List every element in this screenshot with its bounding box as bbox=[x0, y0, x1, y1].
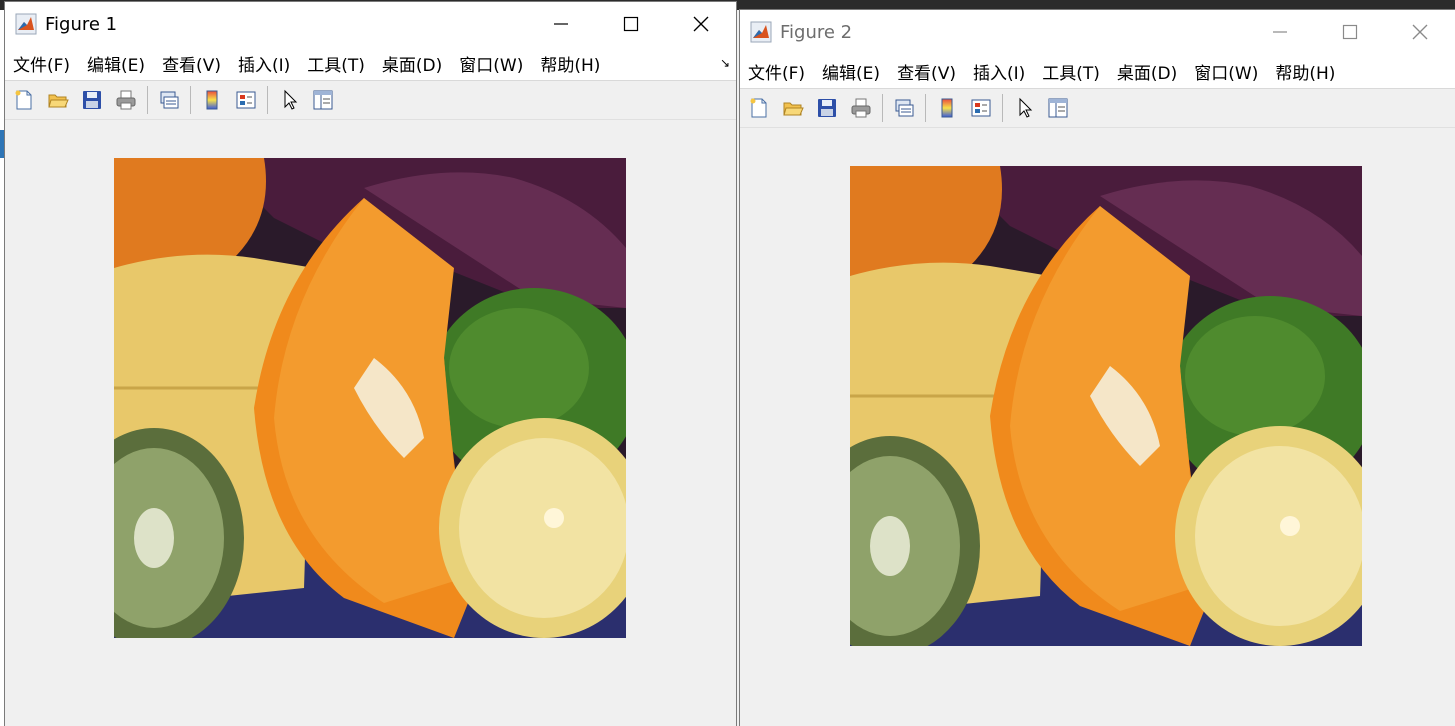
menu-view[interactable]: 查看(V) bbox=[154, 51, 229, 76]
menu-file[interactable]: 文件(F) bbox=[5, 51, 78, 76]
open-file-icon bbox=[783, 102, 804, 116]
figure-toolbar bbox=[5, 81, 736, 120]
menu-window[interactable]: 窗口(W) bbox=[1186, 59, 1266, 84]
fruit-photo bbox=[850, 166, 1362, 646]
menu-edit[interactable]: 编辑(E) bbox=[79, 51, 153, 76]
toolbar-separator bbox=[1002, 94, 1003, 122]
colorbar-icon bbox=[206, 90, 218, 110]
maximize-button[interactable] bbox=[1315, 10, 1385, 54]
fruit-image[interactable] bbox=[114, 158, 626, 638]
new-figure-button[interactable] bbox=[9, 85, 39, 115]
save-button[interactable] bbox=[812, 93, 842, 123]
close-icon bbox=[1412, 24, 1428, 40]
property-inspector-button[interactable] bbox=[308, 85, 338, 115]
new-figure-icon bbox=[15, 90, 32, 110]
menu-insert[interactable]: 插入(I) bbox=[965, 59, 1033, 84]
toolbar-separator bbox=[925, 94, 926, 122]
window-controls bbox=[1245, 10, 1455, 54]
title-bar[interactable]: Figure 2 bbox=[740, 10, 1455, 54]
pointer-icon bbox=[284, 89, 298, 110]
window-title: Figure 2 bbox=[780, 21, 853, 43]
toolbar-separator bbox=[267, 86, 268, 114]
toolbar-separator bbox=[147, 86, 148, 114]
dock-arrow-icon[interactable]: ↘ bbox=[720, 56, 730, 70]
open-file-button[interactable] bbox=[778, 93, 808, 123]
figure-canvas[interactable] bbox=[740, 128, 1455, 726]
maximize-icon bbox=[623, 16, 639, 32]
link-figure-button[interactable] bbox=[154, 85, 184, 115]
close-icon bbox=[693, 16, 709, 32]
pointer-icon bbox=[1019, 97, 1033, 118]
print-button[interactable] bbox=[111, 85, 141, 115]
new-figure-icon bbox=[750, 98, 767, 118]
minimize-button[interactable] bbox=[526, 2, 596, 46]
save-button[interactable] bbox=[77, 85, 107, 115]
menu-desktop[interactable]: 桌面(D) bbox=[1109, 59, 1185, 84]
menu-tools[interactable]: 工具(T) bbox=[299, 51, 373, 76]
menu-file[interactable]: 文件(F) bbox=[740, 59, 813, 84]
menu-view[interactable]: 查看(V) bbox=[889, 59, 964, 84]
minimize-icon bbox=[1273, 31, 1287, 33]
figure-1-window[interactable]: Figure 1 文件(F) 编辑(E) 查看(V) 插入(I) 工具(T) 桌… bbox=[5, 2, 736, 726]
fruit-photo bbox=[114, 158, 626, 638]
print-button[interactable] bbox=[846, 93, 876, 123]
menu-help[interactable]: 帮助(H) bbox=[1267, 59, 1343, 84]
close-button[interactable] bbox=[666, 2, 736, 46]
property-inspector-button[interactable] bbox=[1043, 93, 1073, 123]
open-file-button[interactable] bbox=[43, 85, 73, 115]
maximize-button[interactable] bbox=[596, 2, 666, 46]
matlab-icon bbox=[750, 21, 772, 43]
print-icon bbox=[851, 98, 871, 118]
menu-desktop[interactable]: 桌面(D) bbox=[374, 51, 450, 76]
minimize-button[interactable] bbox=[1245, 10, 1315, 54]
figure-2-window[interactable]: Figure 2 文件(F) 编辑(E) 查看(V) 插入(I) 工具(T) 桌… bbox=[740, 10, 1455, 726]
pointer-button[interactable] bbox=[1009, 93, 1039, 123]
link-figure-button[interactable] bbox=[889, 93, 919, 123]
figure-canvas[interactable] bbox=[5, 120, 736, 726]
menu-bar: 文件(F) 编辑(E) 查看(V) 插入(I) 工具(T) 桌面(D) 窗口(W… bbox=[740, 54, 1455, 89]
save-icon bbox=[83, 91, 101, 109]
colorbar-button[interactable] bbox=[197, 85, 227, 115]
colorbar-button[interactable] bbox=[932, 93, 962, 123]
matlab-icon bbox=[15, 13, 37, 35]
fruit-image[interactable] bbox=[850, 166, 1362, 646]
open-file-icon bbox=[48, 94, 69, 108]
legend-button[interactable] bbox=[966, 93, 996, 123]
property-inspector-icon bbox=[313, 90, 333, 110]
window-controls bbox=[526, 2, 736, 46]
new-figure-button[interactable] bbox=[744, 93, 774, 123]
property-inspector-icon bbox=[1048, 98, 1068, 118]
toolbar-separator bbox=[190, 86, 191, 114]
toolbar-separator bbox=[882, 94, 883, 122]
figure-toolbar bbox=[740, 89, 1455, 128]
link-figure-icon bbox=[895, 99, 914, 117]
title-bar[interactable]: Figure 1 bbox=[5, 2, 736, 46]
colorbar-icon bbox=[941, 98, 953, 118]
menu-insert[interactable]: 插入(I) bbox=[230, 51, 298, 76]
pointer-button[interactable] bbox=[274, 85, 304, 115]
save-icon bbox=[818, 99, 836, 117]
link-figure-icon bbox=[160, 91, 179, 109]
menu-help[interactable]: 帮助(H) bbox=[532, 51, 608, 76]
window-title: Figure 1 bbox=[45, 13, 118, 35]
menu-edit[interactable]: 编辑(E) bbox=[814, 59, 888, 84]
maximize-icon bbox=[1342, 24, 1358, 40]
print-icon bbox=[116, 90, 136, 110]
minimize-icon bbox=[554, 23, 568, 25]
close-button[interactable] bbox=[1385, 10, 1455, 54]
legend-icon bbox=[236, 91, 256, 109]
menu-tools[interactable]: 工具(T) bbox=[1034, 59, 1108, 84]
legend-button[interactable] bbox=[231, 85, 261, 115]
menu-window[interactable]: 窗口(W) bbox=[451, 51, 531, 76]
legend-icon bbox=[971, 99, 991, 117]
menu-bar: 文件(F) 编辑(E) 查看(V) 插入(I) 工具(T) 桌面(D) 窗口(W… bbox=[5, 46, 736, 81]
